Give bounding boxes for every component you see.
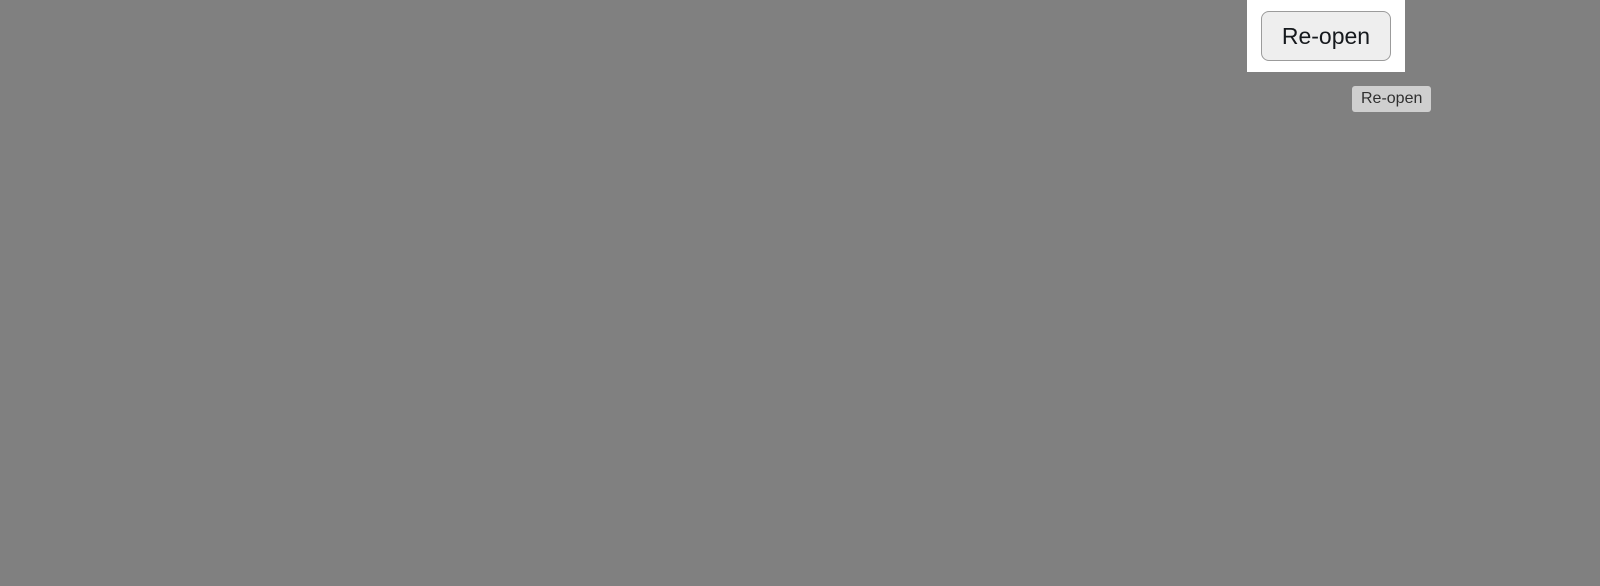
message-meta: SMS 7/3/24, 2:33 PM [679, 120, 970, 144]
kebab-menu-icon[interactable] [1448, 13, 1494, 59]
sms-chat-icon [511, 175, 534, 198]
conversation-header: B Bridget Re-open [557, 0, 1600, 72]
redacted-name [111, 174, 343, 199]
list-item-meta: 10/4/24 [428, 175, 534, 199]
sms-chat-icon [511, 306, 534, 329]
avatar-initial: B [614, 122, 626, 140]
contact-name-text: . [111, 305, 117, 329]
message-row: B SMS 7/3/24, 2:33 PM Test [579, 104, 1578, 206]
conversation-preview: Confirm my last order on 10/02/24 [111, 210, 429, 233]
contact-name: Bridget [111, 436, 277, 461]
avatar [34, 172, 92, 230]
message-text: Test [679, 158, 720, 183]
sort-filter-label: Newest [423, 95, 497, 121]
list-item[interactable]: 10/4/24 Confirm my last order on 10/02/2… [0, 146, 556, 277]
page-title: Inbox [34, 18, 109, 52]
list-item-selected[interactable]: B Bridget 7/8/24 Help ? [0, 408, 556, 539]
chevron-down-icon [508, 93, 534, 124]
list-item-top: 10/4/24 [111, 174, 534, 199]
reopen-tooltip: Re-open [1352, 86, 1432, 112]
conversation-date: 7/8/24 [439, 436, 498, 460]
chevron-down-icon [113, 93, 139, 124]
search-icon[interactable] [445, 19, 479, 53]
status-filter-dropdown[interactable]: Closed [34, 93, 139, 124]
list-item-meta: 7/24/24 [428, 306, 534, 330]
message-channel-label: SMS [711, 120, 757, 143]
sms-chat-icon [511, 437, 534, 460]
list-item-top: Bridget 7/8/24 [111, 436, 534, 461]
conversation-list: 10/4/24 Confirm my last order on 10/02/2… [0, 146, 556, 539]
reopen-spotlight: Re-open [1247, 0, 1405, 72]
list-item-body: 10/4/24 Confirm my last order on 10/02/2… [111, 172, 534, 234]
contact-name: . [111, 305, 343, 330]
conversation-preview: Help ? [111, 472, 172, 495]
message-bubble[interactable]: SMS 7/3/24, 2:33 PM Test [661, 104, 988, 206]
list-item-body: Bridget 7/8/24 Help ? [111, 434, 534, 496]
list-item-meta: 7/8/24 [440, 437, 534, 461]
inbox-header: Inbox [0, 0, 556, 72]
reopen-button[interactable]: Re-open [1260, 11, 1392, 61]
conversation-date: 7/24/24 [427, 305, 498, 329]
conversation-contact-name: Bridget [640, 20, 860, 52]
inbox-header-actions [390, 19, 534, 53]
conversation-panel: B Bridget Re-open [557, 0, 1600, 586]
redacted-name [194, 436, 277, 461]
sort-filter-dropdown[interactable]: Newest [424, 93, 534, 124]
settings-gear-icon[interactable] [390, 19, 424, 53]
redacted-name [116, 305, 343, 330]
sms-chat-icon [679, 121, 701, 143]
avatar: B [601, 112, 639, 150]
conversation-date: 10/4/24 [427, 174, 498, 198]
contact-name-text: Bridget [111, 436, 185, 460]
avatar: B [579, 13, 623, 58]
message-timestamp: 7/3/24, 2:33 PM [828, 120, 970, 143]
contact-name-text: Bridget [640, 19, 738, 51]
avatar: B [34, 434, 92, 492]
inbox-panel: Inbox Closed Newest 10/4/24 Confirm my l… [0, 0, 557, 586]
message-thread: B SMS 7/3/24, 2:33 PM Test [557, 104, 1600, 206]
conversation-preview: Hi. [111, 341, 137, 364]
contact-name [111, 174, 343, 199]
tune-sliders-icon[interactable] [500, 19, 534, 53]
list-item-top: . 7/24/24 [111, 305, 534, 330]
avatar-initial: B [594, 25, 608, 45]
avatar [34, 303, 92, 361]
list-item[interactable]: . 7/24/24 Hi. [0, 277, 556, 408]
inbox-filter-bar: Closed Newest [0, 72, 556, 146]
redacted-name [748, 20, 860, 51]
selection-indicator [551, 412, 556, 527]
list-item-body: . 7/24/24 Hi. [111, 303, 534, 365]
inbox-app-window: Inbox Closed Newest 10/4/24 Confirm my l… [0, 0, 1600, 586]
message-channel: SMS [679, 120, 757, 144]
details-panel-icon[interactable] [1532, 13, 1578, 59]
status-filter-label: Closed [34, 95, 103, 121]
avatar-initial: B [55, 450, 71, 475]
